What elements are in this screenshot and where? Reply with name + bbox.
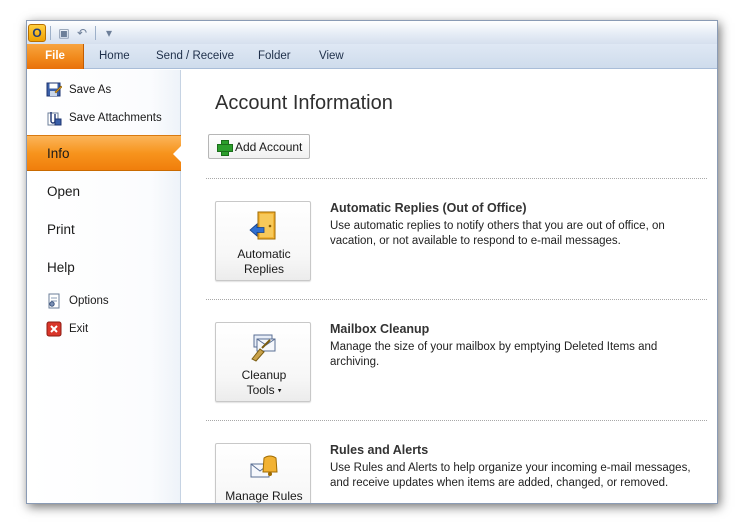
add-account-button[interactable]: Add Account [208,134,310,159]
page-title: Account Information [215,92,393,114]
tab-folder[interactable]: Folder [258,44,291,69]
undo-icon[interactable]: ↶ [73,24,91,42]
nav-help[interactable]: Help [27,249,181,285]
outlook-app-icon[interactable]: O [28,23,46,42]
cleanup-tools-label: Cleanup Tools ▾ [241,368,287,397]
add-account-label: Add Account [235,139,303,154]
mailbox-cleanup-title: Mailbox Cleanup [330,322,430,336]
nav-exit-label: Exit [69,323,89,335]
options-icon [46,293,62,309]
nav-save-as[interactable]: Save As [27,77,181,103]
active-nav-pointer [173,145,182,163]
cleanup-tools-icon [251,334,276,362]
section-divider [206,420,707,421]
save-attachments-icon [46,110,62,126]
manage-rules-button[interactable]: Manage Rules [215,443,311,503]
nav-info[interactable]: Info [27,135,181,171]
section-divider [206,178,707,179]
qat-separator [95,25,96,40]
nav-save-as-label: Save As [69,84,112,96]
quick-access-toolbar: O ▣ ↶ ▾ [27,21,118,44]
automatic-replies-button[interactable]: Automatic Replies [215,201,311,281]
section-divider [206,299,707,300]
rules-alerts-title: Rules and Alerts [330,443,429,457]
nav-print-label: Print [47,221,75,237]
tab-view[interactable]: View [319,44,344,69]
title-bar: O ▣ ↶ ▾ [27,21,717,44]
automatic-replies-title: Automatic Replies (Out of Office) [330,201,527,215]
rules-alerts-description: Use Rules and Alerts to help organize yo… [330,462,691,489]
nav-help-label: Help [47,259,75,275]
manage-rules-icon [250,455,278,478]
automatic-replies-label: Automatic Replies [237,247,291,276]
dropdown-arrow-icon: ▾ [277,387,282,395]
customize-qat-icon[interactable]: ▾ [100,24,118,42]
send-receive-icon[interactable]: ▣ [55,24,73,42]
save-as-icon [46,82,62,98]
mailbox-cleanup-description: Manage the size of your mailbox by empty… [330,341,658,368]
automatic-replies-section: Automatic Replies Automatic Replies (Out… [215,201,705,291]
qat-separator [50,25,51,40]
nav-open-label: Open [47,183,81,199]
tab-send-receive[interactable]: Send / Receive [156,44,234,69]
backstage-nav: Save As Save Attachments Info Open Print… [27,70,181,503]
nav-info-label: Info [47,145,70,161]
nav-print[interactable]: Print [27,211,181,247]
tab-home[interactable]: Home [99,44,130,69]
nav-save-attachments-label: Save Attachments [69,112,162,124]
cleanup-tools-button[interactable]: Cleanup Tools ▾ [215,322,311,402]
rules-alerts-section: Manage Rules Rules and Alerts Use Rules … [215,443,705,503]
ribbon-tabs: File Home Send / Receive Folder View [27,44,717,69]
manage-rules-label: Manage Rules [225,489,303,503]
nav-options-label: Options [69,295,109,307]
nav-options[interactable]: Options [27,288,181,314]
automatic-replies-description: Use automatic replies to notify others t… [330,220,665,247]
tab-file[interactable]: File [27,44,84,69]
mailbox-cleanup-section: Cleanup Tools ▾ Mailbox Cleanup Manage t… [215,322,705,412]
nav-open[interactable]: Open [27,173,181,209]
nav-exit[interactable]: Exit [27,316,181,342]
backstage-content: Account Information Add Account Automati… [182,70,717,503]
outlook-window: O ▣ ↶ ▾ File Home Send / Receive Folder … [26,20,718,504]
automatic-replies-icon [249,211,276,240]
plus-icon [217,139,233,156]
exit-icon [46,321,62,337]
nav-save-attachments[interactable]: Save Attachments [27,105,181,131]
